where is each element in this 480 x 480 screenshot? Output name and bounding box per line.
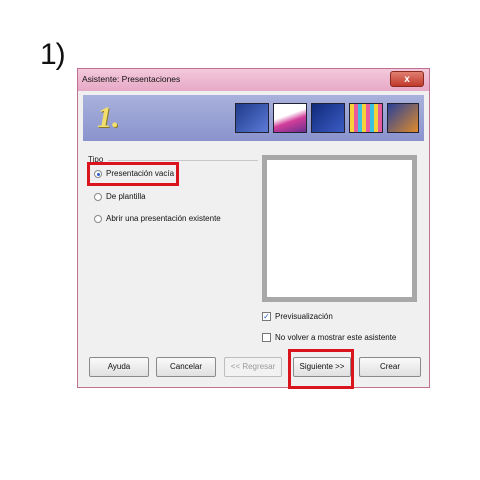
highlight-empty-presentation bbox=[87, 162, 179, 186]
preview-pane bbox=[262, 155, 417, 302]
option-label: Abrir una presentación existente bbox=[106, 214, 221, 223]
create-button[interactable]: Crear bbox=[359, 357, 421, 377]
presentation-wizard-dialog: Asistente: Presentaciones x 1. Tipo Pres… bbox=[77, 68, 430, 388]
slide-thumbnail-icon bbox=[387, 103, 419, 133]
highlight-next-button bbox=[288, 349, 354, 389]
slide-thumbnail-icon bbox=[273, 103, 307, 133]
slide-thumbnail-icon bbox=[311, 103, 345, 133]
group-divider bbox=[108, 160, 258, 161]
option-from-template[interactable]: De plantilla bbox=[94, 192, 146, 201]
chart-thumbnail-icon bbox=[349, 103, 383, 133]
preview-checkbox-label: Previsualización bbox=[275, 312, 333, 321]
radio-unselected[interactable] bbox=[94, 192, 102, 201]
option-open-existing[interactable]: Abrir una presentación existente bbox=[94, 214, 221, 223]
preview-checkbox-row[interactable]: ✓ Previsualización bbox=[262, 312, 333, 321]
preview-checkbox[interactable]: ✓ bbox=[262, 312, 271, 321]
step-banner-number: 1. bbox=[97, 101, 120, 134]
no-show-checkbox-label: No volver a mostrar este asistente bbox=[275, 333, 397, 342]
slide-thumbnail-icon bbox=[235, 103, 269, 133]
title-bar[interactable]: Asistente: Presentaciones x bbox=[78, 69, 429, 91]
cancel-button[interactable]: Cancelar bbox=[156, 357, 216, 377]
help-button[interactable]: Ayuda bbox=[89, 357, 149, 377]
close-button[interactable]: x bbox=[390, 71, 424, 87]
wizard-banner: 1. bbox=[83, 95, 424, 141]
no-show-checkbox-row[interactable]: No volver a mostrar este asistente bbox=[262, 333, 396, 342]
option-label: De plantilla bbox=[106, 192, 146, 201]
radio-unselected[interactable] bbox=[94, 214, 102, 223]
back-button[interactable]: << Regresar bbox=[224, 357, 282, 377]
step-number: 1) bbox=[40, 38, 66, 71]
window-title: Asistente: Presentaciones bbox=[82, 74, 181, 84]
no-show-checkbox[interactable] bbox=[262, 333, 271, 342]
